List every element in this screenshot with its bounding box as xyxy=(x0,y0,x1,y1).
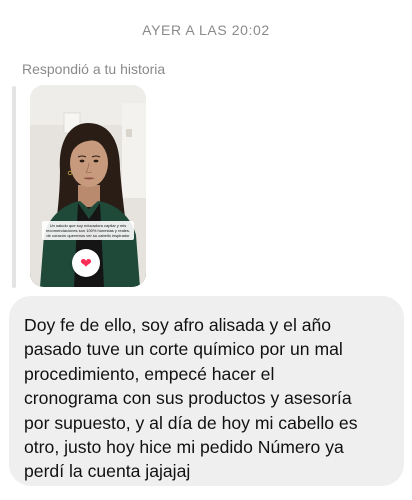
message-text: Doy fe de ello, soy afro alisada y el añ… xyxy=(24,315,358,482)
message-timestamp: AYER A LAS 20:02 xyxy=(142,22,270,38)
heart-icon: ❤ xyxy=(72,249,100,277)
story-caption-text: Un saludo que soy educadora capilar y mi… xyxy=(42,221,134,240)
message-bubble[interactable]: Doy fe de ello, soy afro alisada y el añ… xyxy=(9,296,404,486)
dm-conversation: AYER A LAS 20:02 Respondió a tu historia xyxy=(0,0,412,500)
reply-context-label: Respondió a tu historia xyxy=(22,61,166,77)
reply-indicator-bar xyxy=(12,86,16,288)
